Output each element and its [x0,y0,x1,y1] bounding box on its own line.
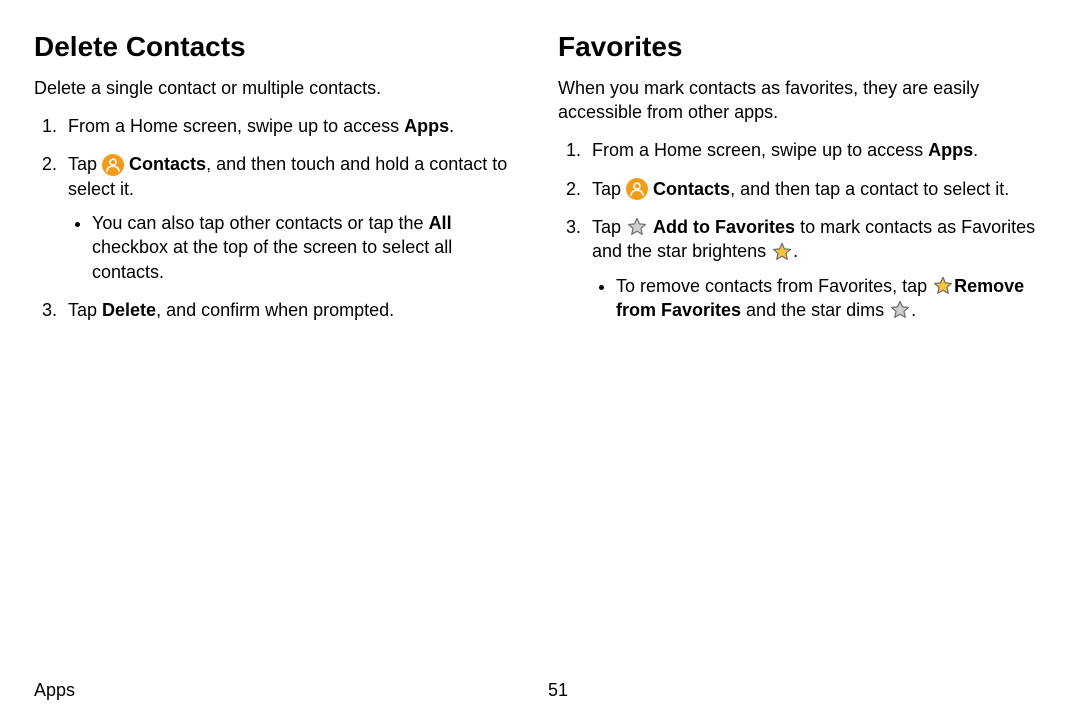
bold-delete: Delete [102,300,156,320]
contacts-app-icon [626,178,648,200]
text: From a Home screen, swipe up to access [68,116,404,136]
bold-contacts: Contacts [129,154,206,174]
text: . [793,241,798,261]
step-3: Tap Add to Favorites to mark contacts as… [586,215,1046,322]
text: Tap [68,154,102,174]
steps-delete-contacts: From a Home screen, swipe up to access A… [34,114,522,322]
step-3: Tap Delete, and confirm when prompted. [62,298,522,322]
steps-favorites: From a Home screen, swipe up to access A… [558,138,1046,322]
bold-add-to-favorites: Add to Favorites [653,217,795,237]
intro-delete-contacts: Delete a single contact or multiple cont… [34,76,522,100]
text: Tap [592,179,626,199]
text: Tap [68,300,102,320]
star-bright-icon [932,275,954,297]
substeps: You can also tap other contacts or tap t… [68,211,522,284]
substep: To remove contacts from Favorites, tap R… [616,274,1046,323]
footer-section: Apps [34,678,75,702]
heading-favorites: Favorites [558,28,1046,66]
intro-favorites: When you mark contacts as favorites, the… [558,76,1046,125]
text: You can also tap other contacts or tap t… [92,213,429,233]
star-dim-icon [889,299,911,321]
step-2: Tap Contacts, and then touch and hold a … [62,152,522,283]
star-bright-icon [771,241,793,263]
step-1: From a Home screen, swipe up to access A… [62,114,522,138]
bold-contacts: Contacts [653,179,730,199]
text: and the star dims [741,300,889,320]
text: . [973,140,978,160]
substeps: To remove contacts from Favorites, tap R… [592,274,1046,323]
text: , and confirm when prompted. [156,300,394,320]
right-column: Favorites When you mark contacts as favo… [558,28,1046,670]
heading-delete-contacts: Delete Contacts [34,28,522,66]
page-footer: Apps 51 . [34,670,1046,702]
step-2: Tap Contacts, and then tap a contact to … [586,177,1046,201]
text: . [449,116,454,136]
bold-apps: Apps [404,116,449,136]
text: Tap [592,217,626,237]
substep: You can also tap other contacts or tap t… [92,211,522,284]
step-1: From a Home screen, swipe up to access A… [586,138,1046,162]
footer-page-number: 51 [548,678,568,702]
left-column: Delete Contacts Delete a single contact … [34,28,522,670]
text: checkbox at the top of the screen to sel… [92,237,452,281]
text: To remove contacts from Favorites, tap [616,276,932,296]
text: From a Home screen, swipe up to access [592,140,928,160]
star-outline-icon [626,216,648,238]
bold-all: All [429,213,452,233]
text: , and then tap a contact to select it. [730,179,1009,199]
text: . [911,300,916,320]
contacts-app-icon [102,154,124,176]
bold-apps: Apps [928,140,973,160]
